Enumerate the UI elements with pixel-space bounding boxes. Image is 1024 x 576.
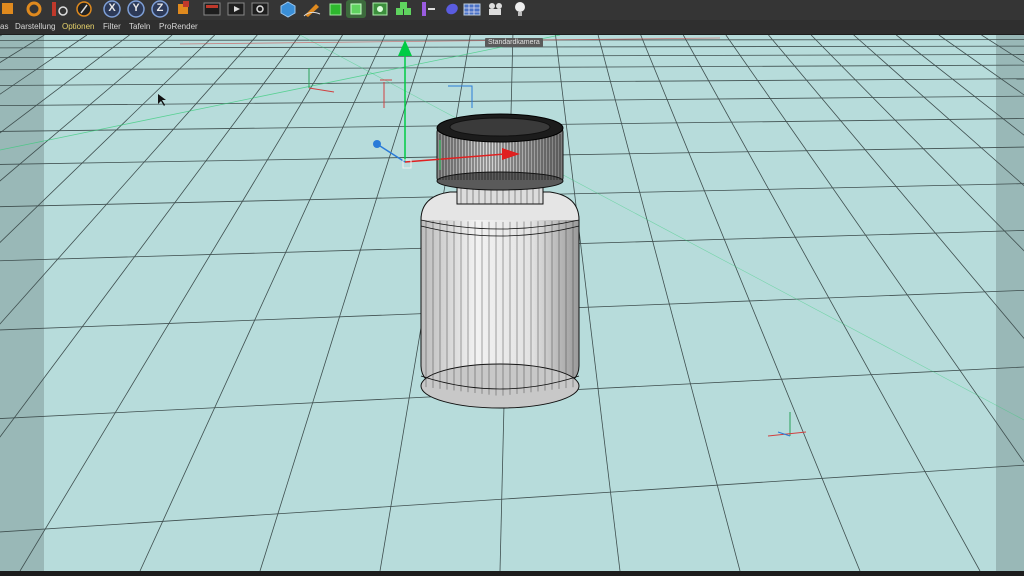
z-axis-label: Z (156, 2, 164, 14)
gizmo-z-handle-icon[interactable] (373, 140, 381, 148)
render-to-picture-viewer-icon[interactable] (226, 0, 246, 18)
scale-tool-icon[interactable] (0, 0, 20, 18)
menu-item-darstellung[interactable]: Darstellung (15, 21, 55, 33)
cube-primitive-icon[interactable] (278, 0, 298, 18)
menu-item-tafeln[interactable]: Tafeln (129, 21, 150, 33)
array-generator-icon[interactable] (346, 0, 366, 18)
mograph-icon[interactable] (394, 0, 414, 18)
pen-spline-icon[interactable] (302, 0, 322, 18)
status-bar (0, 571, 1024, 576)
y-axis-label: Y (132, 2, 140, 14)
main-toolbar: X Y Z (0, 0, 1024, 20)
render-settings-icon[interactable] (250, 0, 270, 18)
safe-frame-right (996, 35, 1024, 571)
recent-tools-icon[interactable] (50, 0, 70, 18)
viewport-menu-bar: as Darstellung Optionen Filter Tafeln Pr… (0, 20, 1024, 35)
coordinate-system-icon[interactable] (174, 0, 194, 18)
x-axis-label: X (108, 2, 116, 14)
menu-item-prorender[interactable]: ProRender (159, 21, 198, 33)
viewport-canvas[interactable] (0, 35, 1024, 571)
floor-object-icon[interactable] (462, 0, 482, 18)
camera-icon[interactable] (486, 0, 506, 18)
subdivision-surface-icon[interactable] (326, 0, 346, 18)
bottle-cap[interactable] (436, 113, 564, 191)
camera-label[interactable]: Standardkamera (485, 38, 543, 47)
cloner-icon[interactable] (370, 0, 390, 18)
deformer-icon[interactable] (418, 0, 438, 18)
3d-viewport[interactable] (0, 35, 1024, 571)
menu-item-ansicht[interactable]: as (0, 21, 8, 33)
menu-item-filter[interactable]: Filter (103, 21, 121, 33)
rotate-tool-icon[interactable] (24, 0, 44, 18)
menu-item-optionen[interactable]: Optionen (62, 21, 94, 33)
bottle-body[interactable] (420, 191, 580, 409)
render-view-icon[interactable] (202, 0, 222, 18)
render-tool-icon[interactable] (74, 0, 94, 18)
field-icon[interactable] (442, 0, 462, 18)
safe-frame-left (0, 35, 44, 571)
light-icon[interactable] (510, 0, 530, 18)
